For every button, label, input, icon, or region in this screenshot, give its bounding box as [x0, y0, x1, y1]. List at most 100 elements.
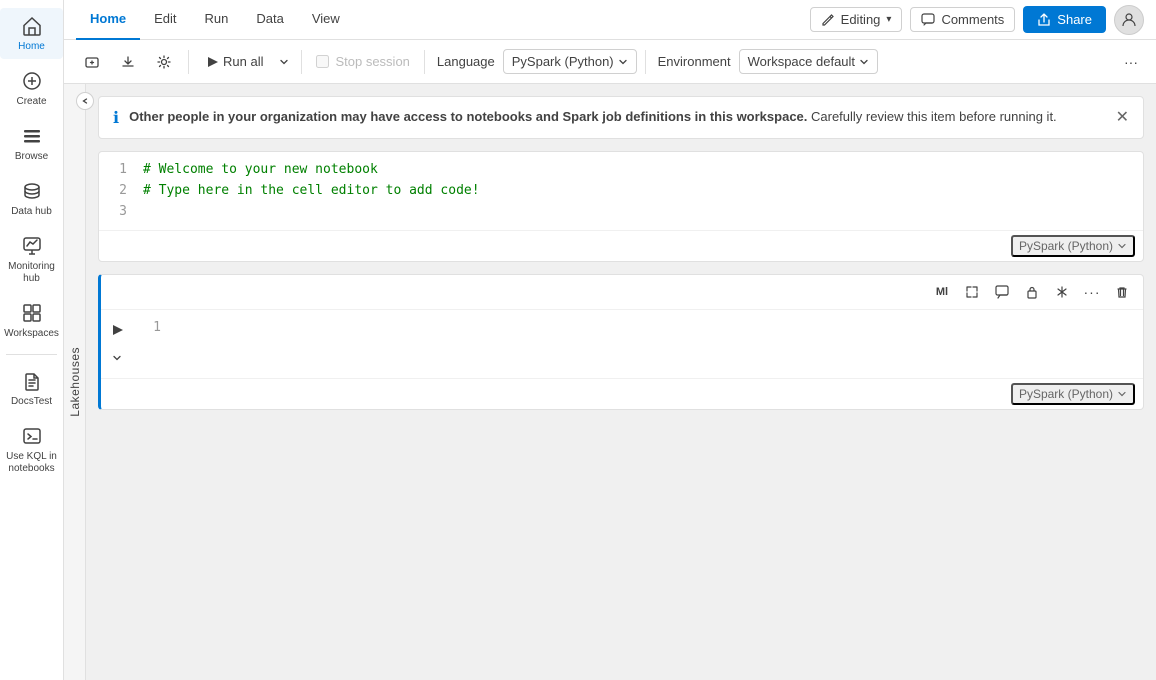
info-close-button[interactable]: ✕: [1116, 107, 1129, 127]
cell-delete-button[interactable]: [1109, 279, 1135, 305]
workspaces-icon: [20, 301, 44, 325]
toolbar-divider-1: [188, 50, 189, 74]
sidebar-item-docstest[interactable]: DocsTest: [0, 363, 63, 414]
home-icon: [20, 14, 44, 38]
cell-2-body: 1: [101, 310, 1143, 378]
content-area: Lakehouses ℹ Other people in your organi…: [64, 84, 1156, 680]
stop-session-label: Stop session: [335, 54, 409, 69]
cell-run-controls: [101, 310, 133, 378]
cell-lock-button[interactable]: [1019, 279, 1045, 305]
tab-home[interactable]: Home: [76, 0, 140, 40]
share-button[interactable]: Share: [1023, 6, 1106, 33]
download-icon: [120, 54, 136, 70]
settings-button[interactable]: [148, 50, 180, 74]
lakehouses-collapse-button[interactable]: [76, 92, 94, 110]
edit-pencil-icon: [821, 13, 835, 27]
toolbar: Run all Stop session Language PySpark (P…: [64, 40, 1156, 84]
cell-comment-icon: [995, 285, 1009, 299]
create-icon: [20, 69, 44, 93]
run-icon: [205, 55, 219, 69]
add-cell-button[interactable]: [76, 50, 108, 74]
sidebar-item-datahub-label: Data hub: [11, 206, 52, 218]
toolbar-divider-4: [645, 50, 646, 74]
workspace-default-label: Workspace default: [748, 54, 855, 69]
sidebar-item-create[interactable]: Create: [0, 63, 63, 114]
sidebar-item-monitoring[interactable]: Monitoring hub: [0, 228, 63, 291]
lakehouses-panel: Lakehouses: [64, 84, 86, 680]
kql-icon: [20, 424, 44, 448]
cell-1-body: 1 2 3 # Welcome to your new notebook # T…: [99, 152, 1143, 230]
comments-button[interactable]: Comments: [910, 7, 1015, 32]
cell-comment-button[interactable]: [989, 279, 1015, 305]
code-line-2: # Type here in the cell editor to add co…: [143, 183, 480, 198]
add-cell-icon: [84, 54, 100, 70]
cell-1-line-numbers: 1 2 3: [99, 152, 135, 230]
code-line-1: # Welcome to your new notebook: [143, 162, 378, 177]
editing-button[interactable]: Editing ▾: [810, 7, 903, 32]
share-label: Share: [1057, 12, 1092, 27]
sidebar-item-browse[interactable]: Browse: [0, 118, 63, 169]
toolbar-more-button[interactable]: ···: [1118, 50, 1144, 74]
environment-selector[interactable]: Workspace default: [739, 49, 878, 74]
run-all-button[interactable]: Run all: [197, 50, 271, 73]
sidebar-item-kql[interactable]: Use KQL in notebooks: [0, 418, 63, 481]
tab-edit[interactable]: Edit: [140, 0, 190, 40]
cell-more-button[interactable]: ···: [1079, 279, 1105, 305]
sidebar: Home Create Browse Data: [0, 0, 64, 680]
cell-2-code[interactable]: [169, 310, 1143, 378]
line-num: 1: [115, 160, 127, 181]
info-icon: ℹ: [113, 108, 119, 128]
cell-1-code[interactable]: # Welcome to your new notebook # Type he…: [135, 152, 1143, 230]
stop-session-checkbox: [316, 55, 329, 68]
sidebar-item-docstest-label: DocsTest: [11, 396, 52, 408]
cell-2-toolbar: Ml: [101, 275, 1143, 310]
info-text: Other people in your organization may ha…: [129, 107, 1106, 127]
cell-2-lang-selector[interactable]: PySpark (Python): [1011, 383, 1135, 405]
cell-1-lang-selector[interactable]: PySpark (Python): [1011, 235, 1135, 257]
collapse-chevron-icon: [80, 96, 90, 106]
editing-label: Editing: [841, 12, 881, 27]
environment-label: Environment: [654, 54, 735, 69]
sidebar-item-home[interactable]: Home: [0, 8, 63, 59]
code-line-1: [177, 320, 185, 335]
cell-1-footer: PySpark (Python): [99, 230, 1143, 261]
notebook-area: ℹ Other people in your organization may …: [86, 84, 1156, 680]
cell-dropdown-button[interactable]: [105, 346, 129, 370]
cell-run-button[interactable]: [105, 318, 129, 342]
sidebar-item-create-label: Create: [16, 96, 46, 108]
share-icon: [1037, 13, 1051, 27]
asterisk-icon: [1055, 285, 1069, 299]
tab-run[interactable]: Run: [191, 0, 243, 40]
toolbar-divider-3: [424, 50, 425, 74]
sidebar-item-workspaces[interactable]: Workspaces: [0, 295, 63, 346]
cell-asterisk-button[interactable]: [1049, 279, 1075, 305]
cell-ml-button[interactable]: Ml: [929, 279, 955, 305]
toolbar-divider-2: [301, 50, 302, 74]
cell-expand-button[interactable]: [959, 279, 985, 305]
line-num: 2: [115, 181, 127, 202]
sidebar-item-home-label: Home: [18, 41, 45, 53]
tab-data[interactable]: Data: [242, 0, 297, 40]
browse-icon: [20, 124, 44, 148]
notebook-cell-2: Ml: [98, 274, 1144, 410]
cell-2-footer: PySpark (Python): [101, 378, 1143, 409]
top-nav: Home Edit Run Data View Editing ▾ Commen…: [64, 0, 1156, 40]
run-all-label: Run all: [223, 54, 263, 69]
run-all-dropdown[interactable]: [275, 53, 293, 71]
toolbar-more-label: ···: [1124, 54, 1138, 70]
language-selector[interactable]: PySpark (Python): [503, 49, 637, 74]
sidebar-item-monitoring-label: Monitoring hub: [4, 261, 59, 285]
lock-icon: [1025, 285, 1039, 299]
comments-label: Comments: [941, 12, 1004, 27]
top-nav-right: Editing ▾ Comments Share: [810, 5, 1144, 35]
download-button[interactable]: [112, 50, 144, 74]
sidebar-item-datahub[interactable]: Data hub: [0, 173, 63, 224]
tab-view[interactable]: View: [298, 0, 354, 40]
info-banner: ℹ Other people in your organization may …: [98, 96, 1144, 139]
pyspark-label: PySpark (Python): [512, 54, 614, 69]
sidebar-divider: [6, 354, 56, 355]
env-chevron-icon: [859, 57, 869, 67]
notebook-cell-1: 1 2 3 # Welcome to your new notebook # T…: [98, 151, 1144, 262]
line-num: 3: [115, 202, 127, 223]
avatar[interactable]: [1114, 5, 1144, 35]
